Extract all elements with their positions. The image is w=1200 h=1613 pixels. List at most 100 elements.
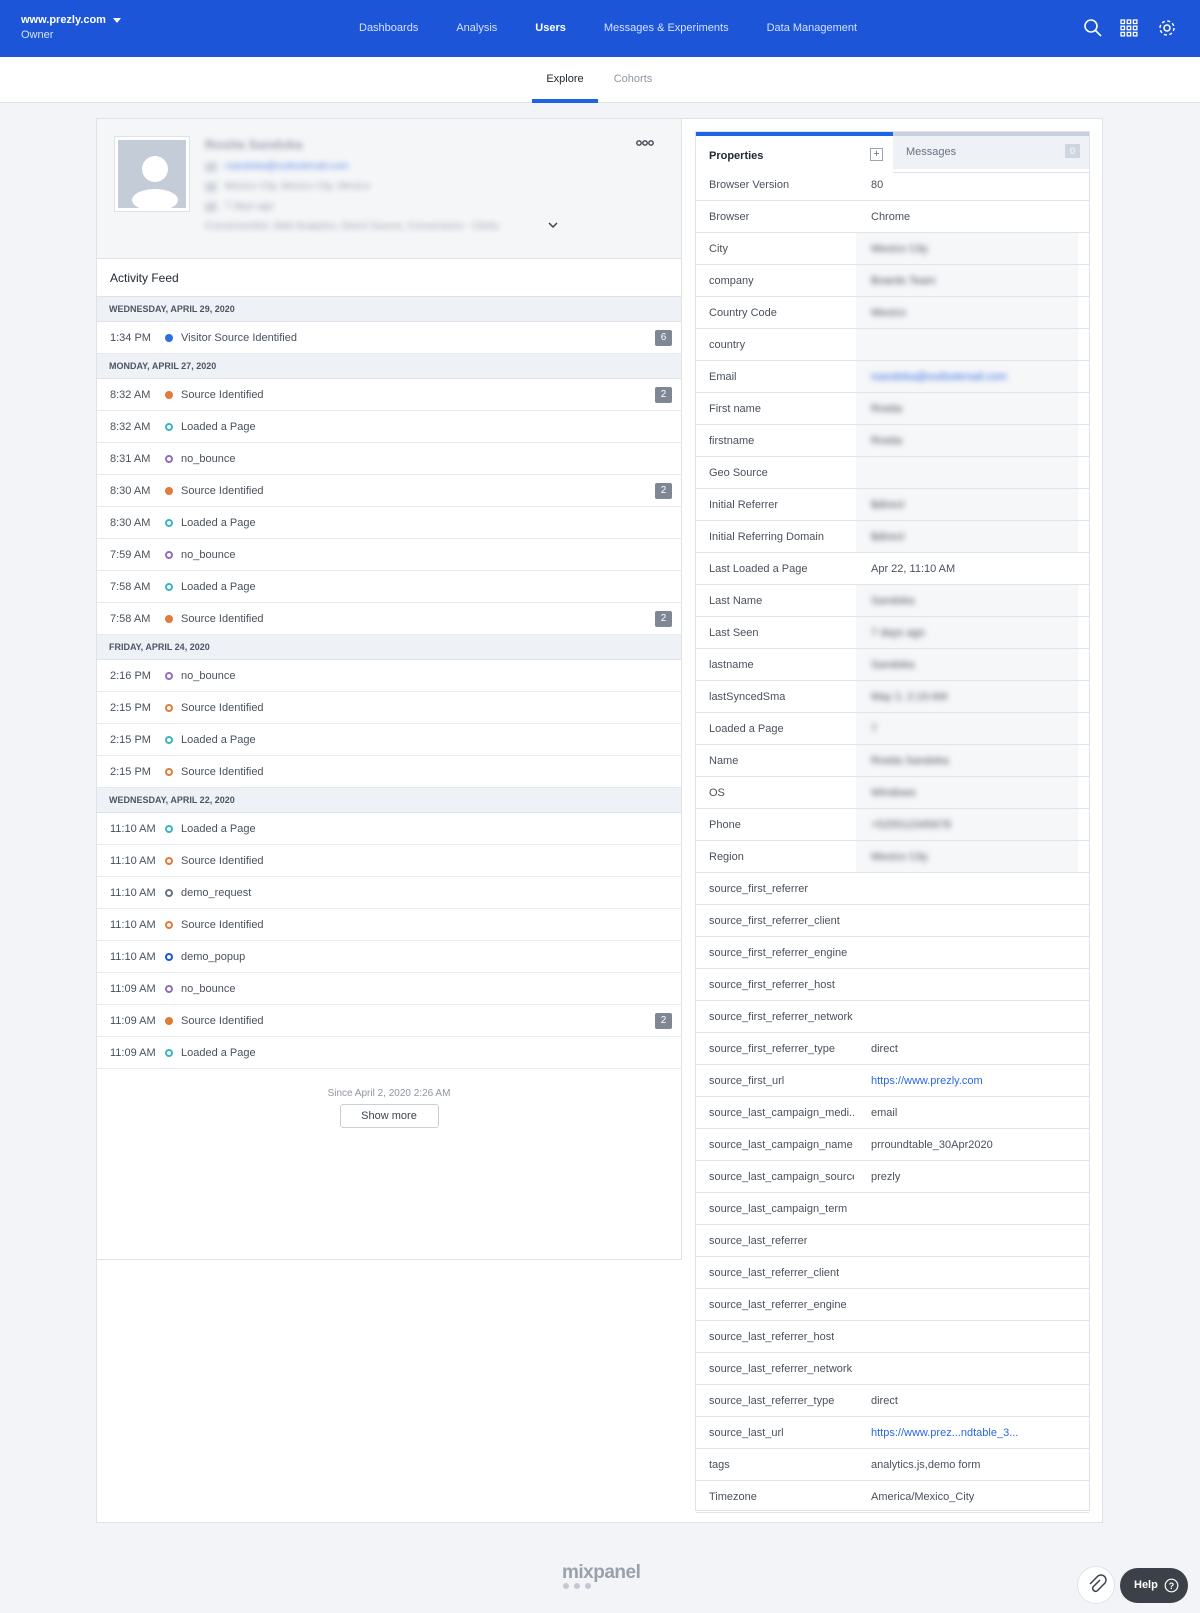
property-value: email: [871, 1107, 898, 1119]
property-row[interactable]: Loaded a Page 7: [696, 713, 1089, 745]
activity-event-row[interactable]: 2:15 PM Source Identified: [97, 756, 681, 788]
property-row[interactable]: Region Mexico City: [696, 841, 1089, 873]
event-dot-icon: [165, 615, 173, 623]
property-row[interactable]: source_last_referrer_type direct: [696, 1385, 1089, 1417]
property-row[interactable]: source_last_referrer_host: [696, 1321, 1089, 1353]
property-row[interactable]: lastSyncedSma May 2, 2:19 AM: [696, 681, 1089, 713]
property-row[interactable]: source_first_referrer_type direct: [696, 1033, 1089, 1065]
search-icon[interactable]: [1083, 18, 1103, 38]
attachment-button[interactable]: [1077, 1566, 1115, 1604]
nav-dashboards[interactable]: Dashboards: [340, 0, 437, 57]
event-count-badge: 2: [655, 1013, 672, 1029]
property-row[interactable]: country: [696, 329, 1089, 361]
property-row[interactable]: source_last_campaign_term: [696, 1193, 1089, 1225]
property-row[interactable]: lastname Sandoka: [696, 649, 1089, 681]
property-row[interactable]: company Boards Team: [696, 265, 1089, 297]
property-row[interactable]: Geo Source: [696, 457, 1089, 489]
nav-users[interactable]: Users: [516, 0, 585, 57]
property-row[interactable]: City Mexico City: [696, 233, 1089, 265]
activity-event-row[interactable]: 8:31 AM no_bounce: [97, 443, 681, 475]
property-row[interactable]: First name Rosita: [696, 393, 1089, 425]
property-row[interactable]: source_first_referrer_network: [696, 1001, 1089, 1033]
event-name: Loaded a Page: [181, 823, 256, 835]
property-row[interactable]: source_last_referrer: [696, 1225, 1089, 1257]
activity-event-row[interactable]: 11:09 AM Loaded a Page: [97, 1037, 681, 1069]
tab-explore[interactable]: Explore: [532, 57, 598, 103]
activity-event-row[interactable]: 11:10 AM Source Identified: [97, 909, 681, 941]
property-row[interactable]: Name Rosita Sandoka: [696, 745, 1089, 777]
show-more-button[interactable]: Show more: [339, 1104, 439, 1128]
help-button[interactable]: Help ?: [1120, 1568, 1188, 1603]
event-time: 11:10 AM: [110, 823, 156, 835]
property-row[interactable]: source_last_referrer_client: [696, 1257, 1089, 1289]
property-row[interactable]: tags analytics.js,demo form: [696, 1449, 1089, 1481]
property-row[interactable]: source_last_campaign_name prroundtable_30…: [696, 1129, 1089, 1161]
gear-icon[interactable]: [1157, 18, 1177, 38]
property-row[interactable]: Last Loaded a Page Apr 22, 11:10 AM: [696, 553, 1089, 585]
property-key: source_last_campaign_term: [709, 1203, 848, 1215]
activity-event-row[interactable]: 11:10 AM Loaded a Page: [97, 813, 681, 845]
activity-event-row[interactable]: 1:34 PM Visitor Source Identified 6: [97, 322, 681, 354]
property-row[interactable]: source_first_referrer_engine: [696, 937, 1089, 969]
property-row[interactable]: source_last_url https://www.prez...ndtabl…: [696, 1417, 1089, 1449]
property-row[interactable]: OS Windows: [696, 777, 1089, 809]
property-key: Last Name: [709, 595, 763, 607]
event-dot-icon: [165, 889, 173, 897]
property-row[interactable]: firstname Rosita: [696, 425, 1089, 457]
property-row[interactable]: source_first_referrer: [696, 873, 1089, 905]
caret-down-icon[interactable]: [112, 17, 121, 23]
activity-event-row[interactable]: 8:30 AM Loaded a Page: [97, 507, 681, 539]
property-row[interactable]: Last Name Sandoka: [696, 585, 1089, 617]
activity-event-row[interactable]: 11:09 AM no_bounce: [97, 973, 681, 1005]
activity-event-row[interactable]: 7:58 AM Loaded a Page: [97, 571, 681, 603]
property-row[interactable]: Timezone America/Mexico_City: [696, 1481, 1089, 1513]
property-row[interactable]: Browser Chrome: [696, 201, 1089, 233]
property-value[interactable]: rsandoka@outlookmail.com: [871, 371, 1007, 383]
property-row[interactable]: Initial Referring Domain $direct: [696, 521, 1089, 553]
more-options-icon[interactable]: [635, 137, 655, 149]
activity-event-row[interactable]: 11:10 AM demo_request: [97, 877, 681, 909]
nav-messages-experiments[interactable]: Messages & Experiments: [585, 0, 748, 57]
activity-event-row[interactable]: 8:30 AM Source Identified 2: [97, 475, 681, 507]
property-row[interactable]: source_last_campaign_source prezly: [696, 1161, 1089, 1193]
property-key: First name: [709, 403, 761, 415]
property-row[interactable]: Phone +525512345678: [696, 809, 1089, 841]
apps-grid-icon[interactable]: [1119, 18, 1139, 38]
chevron-down-icon[interactable]: [547, 219, 559, 231]
property-value[interactable]: https://www.prez...ndtable_3...: [871, 1427, 1018, 1439]
property-row[interactable]: Country Code Mexico: [696, 297, 1089, 329]
profile-email[interactable]: rsandoka@outlookmail.com: [225, 161, 349, 172]
activity-event-row[interactable]: 2:16 PM no_bounce: [97, 660, 681, 692]
project-switcher[interactable]: www.prezly.com Owner: [21, 14, 121, 41]
activity-event-row[interactable]: 11:09 AM Source Identified 2: [97, 1005, 681, 1037]
activity-event-row[interactable]: 2:15 PM Loaded a Page: [97, 724, 681, 756]
activity-event-row[interactable]: 7:59 AM no_bounce: [97, 539, 681, 571]
property-row[interactable]: source_first_url https://www.prezly.com: [696, 1065, 1089, 1097]
event-name: Source Identified: [181, 1015, 264, 1027]
property-row[interactable]: Last Seen 7 days ago: [696, 617, 1089, 649]
property-row[interactable]: source_last_referrer_engine: [696, 1289, 1089, 1321]
property-row[interactable]: Initial Referrer $direct: [696, 489, 1089, 521]
property-row[interactable]: source_first_referrer_client: [696, 905, 1089, 937]
property-row[interactable]: source_first_referrer_host: [696, 969, 1089, 1001]
property-row[interactable]: source_last_referrer_network: [696, 1353, 1089, 1385]
activity-event-row[interactable]: 8:32 AM Source Identified 2: [97, 379, 681, 411]
activity-event-row[interactable]: 7:58 AM Source Identified 2: [97, 603, 681, 635]
nav-data-management[interactable]: Data Management: [748, 0, 877, 57]
property-row[interactable]: source_last_campaign_medi... email: [696, 1097, 1089, 1129]
tab-properties[interactable]: Properties +: [696, 132, 893, 173]
tab-cohorts[interactable]: Cohorts: [608, 57, 658, 103]
property-row[interactable]: Email rsandoka@outlookmail.com: [696, 361, 1089, 393]
activity-event-row[interactable]: 2:15 PM Source Identified: [97, 692, 681, 724]
nav-analysis[interactable]: Analysis: [437, 0, 516, 57]
project-name[interactable]: www.prezly.com: [21, 14, 106, 26]
property-value: Mexico City: [871, 243, 928, 255]
activity-event-row[interactable]: 8:32 AM Loaded a Page: [97, 411, 681, 443]
activity-event-row[interactable]: 11:10 AM Source Identified: [97, 845, 681, 877]
property-row[interactable]: Browser Version 80: [696, 169, 1089, 201]
activity-event-row[interactable]: 11:10 AM demo_popup: [97, 941, 681, 973]
property-value[interactable]: https://www.prezly.com: [871, 1075, 983, 1087]
add-property-icon[interactable]: +: [870, 148, 883, 161]
tab-messages[interactable]: Messages 0: [893, 132, 1090, 173]
question-circle-icon: ?: [1164, 1578, 1179, 1593]
